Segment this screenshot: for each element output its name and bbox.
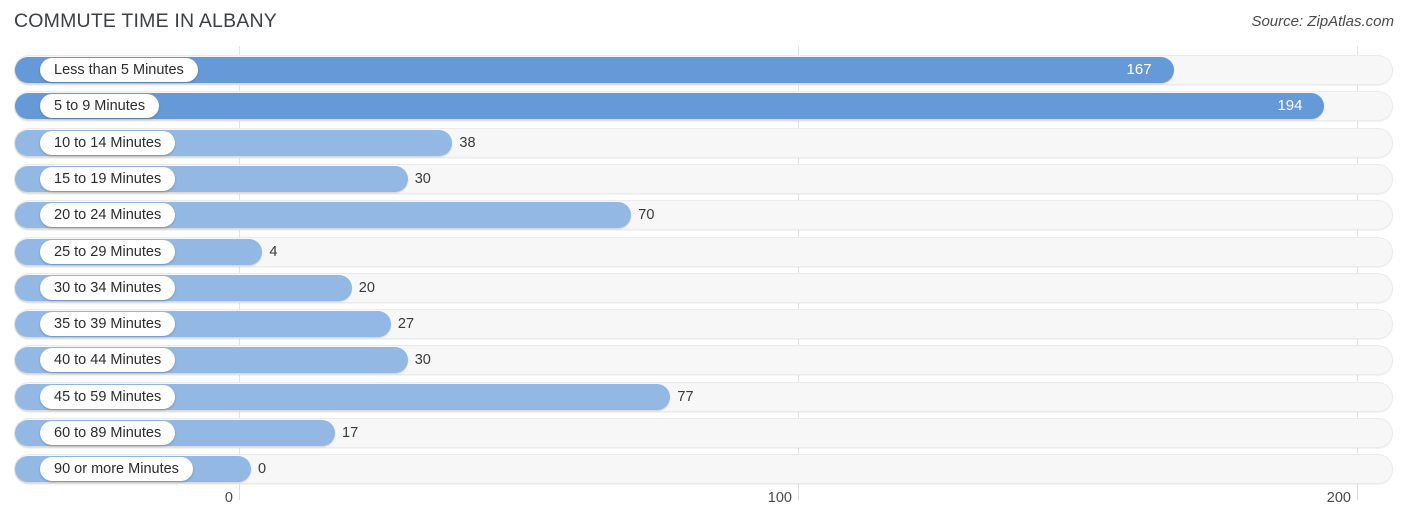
bar-fill[interactable] (15, 93, 1325, 120)
bar-value-label: 194 (1277, 97, 1303, 115)
bar-value-label: 30 (414, 352, 431, 369)
bar-category-label: 40 to 44 Minutes (40, 348, 176, 373)
axis-tick-200 (1357, 486, 1358, 500)
bar-row[interactable]: Less than 5 Minutes 167 (14, 55, 1393, 85)
bar-category-label: 90 or more Minutes (40, 457, 193, 482)
bar-row[interactable]: 30 to 34 Minutes 20 (14, 272, 1393, 303)
bar-category-label: 35 to 39 Minutes (40, 312, 176, 337)
bar-category-label: 20 to 24 Minutes (40, 203, 176, 228)
axis-tick-100 (798, 486, 799, 500)
bar-category-label: 45 to 59 Minutes (40, 384, 176, 409)
bar-value-label: 70 (638, 207, 655, 224)
bar-row[interactable]: 10 to 14 Minutes 38 (14, 127, 1393, 158)
bar-row[interactable]: 90 or more Minutes 0 (14, 454, 1393, 485)
axis-tick-label-200: 200 (1326, 490, 1351, 506)
x-axis: 0 100 200 (0, 486, 1406, 524)
page-title: COMMUTE TIME IN ALBANY (14, 10, 277, 32)
bar-row[interactable]: 25 to 29 Minutes 4 (14, 236, 1393, 267)
source-attribution: Source: ZipAtlas.com (1251, 13, 1394, 30)
bar-row[interactable]: 15 to 19 Minutes 30 (14, 163, 1393, 194)
bar-category-label: 25 to 29 Minutes (40, 239, 176, 264)
bar-row[interactable]: 20 to 24 Minutes 70 (14, 200, 1393, 231)
bar-category-label: 60 to 89 Minutes (40, 421, 176, 445)
bar-category-label: 10 to 14 Minutes (40, 130, 176, 155)
plot-area: Less than 5 Minutes 167 5 to 9 Minutes 194 1… (0, 46, 1406, 486)
bar-value-label: 17 (342, 425, 359, 441)
bar-row[interactable]: 5 to 9 Minutes 194 (14, 91, 1393, 122)
bar-category-label: 30 to 34 Minutes (40, 275, 176, 300)
bar-value-label: 27 (397, 316, 415, 333)
axis-tick-0 (239, 486, 240, 500)
bar-value-label: 30 (414, 170, 431, 187)
bar-value-label: 77 (677, 388, 694, 405)
bar-value-label: 167 (1126, 61, 1152, 78)
bar-value-label: 0 (258, 461, 267, 478)
bar-row[interactable]: 60 to 89 Minutes 17 (14, 418, 1393, 448)
bar-value-label: 38 (459, 134, 476, 151)
axis-tick-label-100: 100 (767, 490, 792, 506)
bar-value-label: 4 (269, 243, 278, 260)
bar-category-label: 5 to 9 Minutes (40, 94, 160, 119)
bar-category-label: Less than 5 Minutes (40, 58, 198, 82)
bar-category-label: 15 to 19 Minutes (40, 166, 176, 191)
bar-row[interactable]: 35 to 39 Minutes 27 (14, 309, 1393, 340)
chart-header: COMMUTE TIME IN ALBANY Source: ZipAtlas.… (0, 0, 1406, 46)
bar-value-label: 20 (358, 279, 375, 296)
axis-tick-label-0: 0 (224, 490, 233, 506)
bar-row[interactable]: 45 to 59 Minutes 77 (14, 381, 1393, 412)
bar-row[interactable]: 40 to 44 Minutes 30 (14, 345, 1393, 376)
